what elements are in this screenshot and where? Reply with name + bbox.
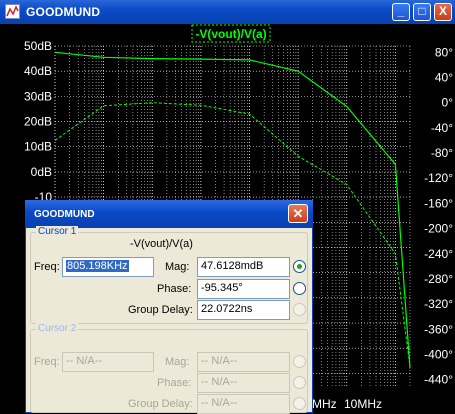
cursor1-mag-field[interactable]: 47.6128mdB [197,257,290,277]
right-tick-label: -440° [424,373,453,387]
cursor1-freq-field[interactable]: 805.198KHz [62,257,154,277]
cursor2-mag-label: Mag: [165,356,190,368]
cursor2-freq-label: Freq: [34,356,60,368]
waveform-app-icon [5,4,20,19]
right-tick-label: 0° [442,96,454,110]
cursor1-group-delay-radio[interactable] [293,303,306,316]
right-tick-label: -200° [424,222,453,236]
cursor-dialog-close-button[interactable]: ✕ [288,204,308,223]
right-tick-label: 40° [435,70,453,84]
cursor2-label: Cursor 2 [36,323,79,334]
trace-title: -V(vout)/V(a) [195,27,266,41]
left-tick-label: 0dB [31,165,52,179]
cursor1-trace-name: -V(vout)/V(a) [130,238,193,250]
close-button[interactable]: X [434,3,452,21]
window-title: GOODMUND [26,5,101,19]
right-tick-label: -40° [431,121,453,135]
right-tick-label: -320° [424,297,453,311]
cursor1-phase-radio[interactable] [293,282,306,295]
plot-window: GOODMUND _ □ X 50dB 40dB 30dB 20dB 10dB 0dB -1… [0,0,455,414]
cursor2-freq-field[interactable]: -- N/A-- [62,352,154,372]
cursor-dialog-title: GOODMUND [34,209,95,220]
x-tick-label: 10MHz [344,397,382,411]
cursor1-mag-radio[interactable] [293,260,306,273]
cursor-dialog-titlebar[interactable]: GOODMUND ✕ [25,200,313,228]
cursor2-phase-radio[interactable] [293,376,306,389]
right-tick-label: -360° [424,322,453,336]
right-tick-label: -400° [424,348,453,362]
left-tick-label: 40dB [24,64,52,78]
x-axis-ticks: MHz 10MHz [312,397,382,411]
window-titlebar[interactable]: GOODMUND _ □ X [0,0,455,24]
left-tick-label: 20dB [24,115,52,129]
x-tick-label: MHz [312,397,337,411]
cursor2-group-delay-radio[interactable] [293,397,306,410]
right-tick-label: -80° [431,146,453,160]
right-tick-label: -120° [424,171,453,185]
cursor2-mag-radio[interactable] [293,355,306,368]
cursor1-group-delay-field[interactable]: 22.0722ns [197,300,290,320]
left-tick-label: 10dB [24,140,52,154]
cursor1-label: Cursor 1 [36,226,79,237]
left-tick-label: 30dB [24,89,52,103]
cursor2-group-delay-label: Group Delay: [128,398,193,410]
cursor2-phase-field[interactable]: -- N/A-- [197,373,290,393]
cursor2-group-delay-field[interactable]: -- N/A-- [197,394,290,414]
right-tick-label: -280° [424,272,453,286]
cursor1-mag-label: Mag: [165,261,190,273]
right-axis-ticks: 80° 40° 0° -40° -80° -120° -160° -200° -240° -280… [424,45,453,386]
right-tick-label: -240° [424,247,453,261]
cursor1-phase-field[interactable]: -95.345° [197,279,290,299]
cursor1-group-delay-label: Group Delay: [128,304,193,316]
cursor-dialog: GOODMUND ✕ Cursor 1 -V(vout)/V(a) Freq: … [25,200,313,414]
maximize-button[interactable]: □ [413,3,431,21]
cursor2-mag-field[interactable]: -- N/A-- [197,352,290,372]
cursor2-phase-label: Phase: [157,377,192,389]
cursor1-freq-label: Freq: [34,261,60,273]
left-tick-label: 50dB [24,39,52,53]
cursor1-phase-label: Phase: [157,283,192,295]
right-tick-label: 80° [435,45,453,59]
minimize-button[interactable]: _ [392,3,410,21]
right-tick-label: -160° [424,196,453,210]
